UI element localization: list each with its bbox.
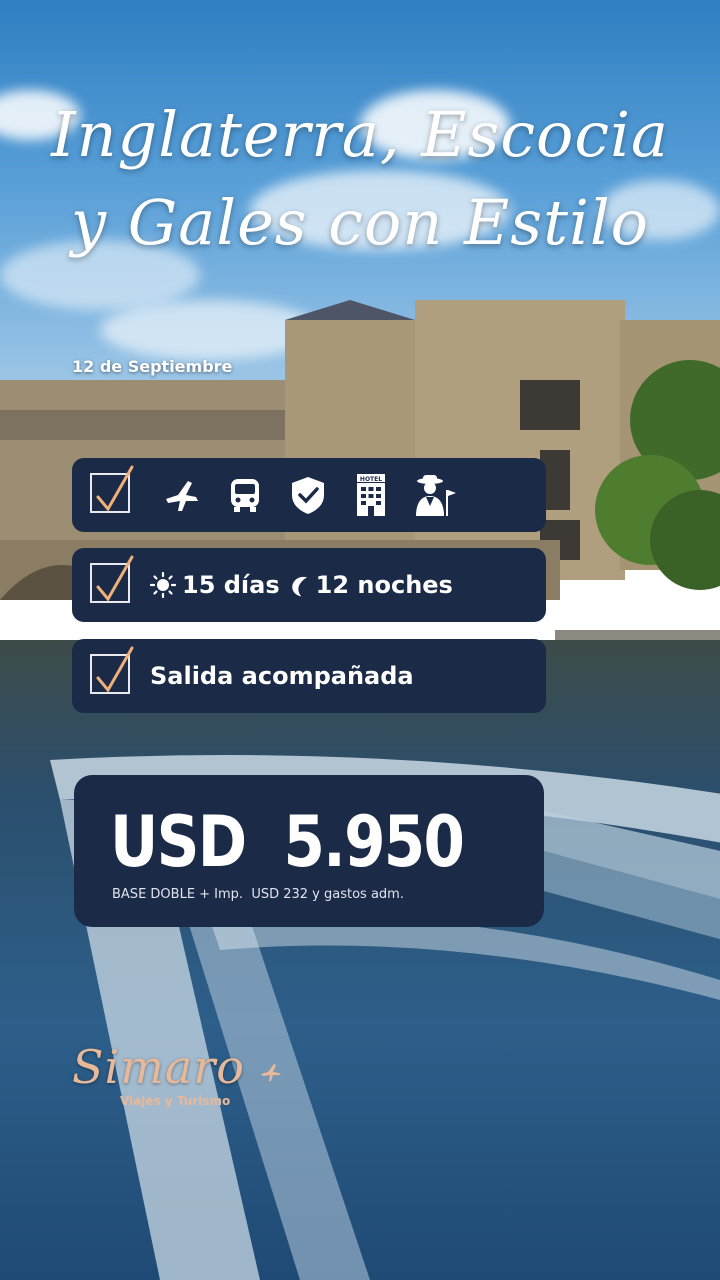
hotel-icon: HOTEL bbox=[339, 468, 402, 522]
plane-logo-icon bbox=[260, 1062, 282, 1086]
brand-logo: Simaro Viajes y Turismo bbox=[72, 1040, 281, 1108]
departure-card: Salida acompañada bbox=[72, 639, 546, 713]
brand-tagline: Viajes y Turismo bbox=[120, 1094, 231, 1108]
departure-label: Salida acompañada bbox=[150, 662, 414, 690]
shield-check-icon bbox=[276, 468, 339, 522]
moon-icon bbox=[288, 573, 310, 597]
departure-date: 12 de Septiembre bbox=[72, 357, 233, 376]
title-line-2: y Gales con Estilo bbox=[71, 186, 649, 259]
duration-card: 15 días 12 noches bbox=[72, 548, 546, 622]
features-card: HOTEL bbox=[72, 458, 546, 532]
nights-label: 12 noches bbox=[315, 571, 453, 599]
hotel-sign-label: HOTEL bbox=[359, 476, 381, 483]
check-icon bbox=[90, 555, 134, 603]
page-title: Inglaterra, Escocia y Gales con Estilo bbox=[0, 95, 720, 263]
days-label: 15 días bbox=[182, 571, 280, 599]
plane-icon bbox=[150, 468, 213, 522]
price-amount: USD 5.950 bbox=[110, 801, 465, 883]
price-box: USD 5.950 BASE DOBLE + Imp. USD 232 y ga… bbox=[74, 775, 544, 927]
brand-name: Simaro bbox=[72, 1040, 245, 1094]
bus-icon bbox=[213, 468, 276, 522]
check-icon bbox=[90, 465, 134, 513]
tour-guide-icon bbox=[402, 468, 465, 522]
price-details: BASE DOBLE + Imp. USD 232 y gastos adm. bbox=[112, 887, 404, 902]
check-icon bbox=[90, 646, 134, 694]
sun-icon bbox=[150, 572, 176, 598]
title-line-1: Inglaterra, Escocia bbox=[51, 98, 669, 171]
